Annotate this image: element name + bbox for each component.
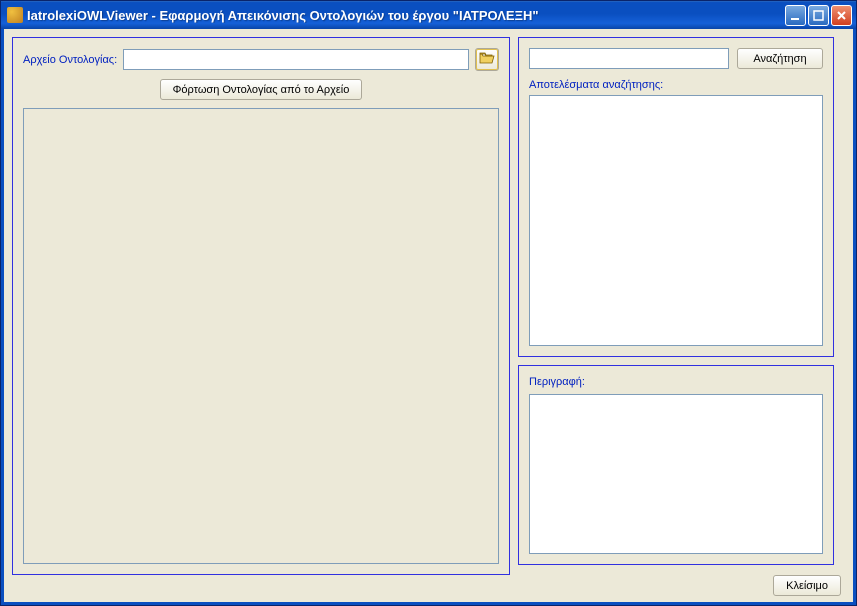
maximize-button[interactable] bbox=[808, 5, 829, 26]
folder-open-icon bbox=[479, 51, 495, 68]
ontology-panel: Αρχείο Οντολογίας: Φόρτωση Οντολογίας απ… bbox=[12, 37, 510, 575]
close-button[interactable]: Κλείσιμο bbox=[773, 575, 841, 596]
results-list[interactable] bbox=[529, 95, 823, 346]
load-ontology-button[interactable]: Φόρτωση Οντολογίας από το Αρχείο bbox=[160, 79, 363, 100]
footer: Κλείσιμο bbox=[773, 575, 841, 596]
app-icon bbox=[7, 7, 23, 23]
description-text[interactable] bbox=[529, 394, 823, 554]
minimize-button[interactable] bbox=[785, 5, 806, 26]
file-label: Αρχείο Οντολογίας: bbox=[23, 54, 117, 66]
search-row: Αναζήτηση bbox=[529, 48, 823, 69]
right-column: Αναζήτηση Αποτελέσματα αναζήτησης: Περιγ… bbox=[518, 37, 834, 594]
search-input[interactable] bbox=[529, 48, 729, 69]
search-button[interactable]: Αναζήτηση bbox=[737, 48, 823, 69]
close-window-button[interactable] bbox=[831, 5, 852, 26]
application-window: IatrolexiOWLViewer - Εφαρμογή Απεικόνιση… bbox=[0, 0, 857, 606]
window-controls bbox=[785, 5, 852, 26]
ontology-tree[interactable] bbox=[23, 108, 499, 564]
window-title: IatrolexiOWLViewer - Εφαρμογή Απεικόνιση… bbox=[27, 8, 785, 23]
ontology-file-input[interactable] bbox=[123, 49, 469, 70]
search-panel: Αναζήτηση Αποτελέσματα αναζήτησης: bbox=[518, 37, 834, 357]
client-area: Αρχείο Οντολογίας: Φόρτωση Οντολογίας απ… bbox=[1, 29, 856, 605]
titlebar[interactable]: IatrolexiOWLViewer - Εφαρμογή Απεικόνιση… bbox=[1, 1, 856, 29]
load-row: Φόρτωση Οντολογίας από το Αρχείο bbox=[23, 79, 499, 100]
results-label: Αποτελέσματα αναζήτησης: bbox=[529, 79, 823, 91]
file-row: Αρχείο Οντολογίας: bbox=[23, 48, 499, 71]
browse-button[interactable] bbox=[475, 48, 499, 71]
description-panel: Περιγραφή: bbox=[518, 365, 834, 565]
description-label: Περιγραφή: bbox=[529, 376, 823, 388]
